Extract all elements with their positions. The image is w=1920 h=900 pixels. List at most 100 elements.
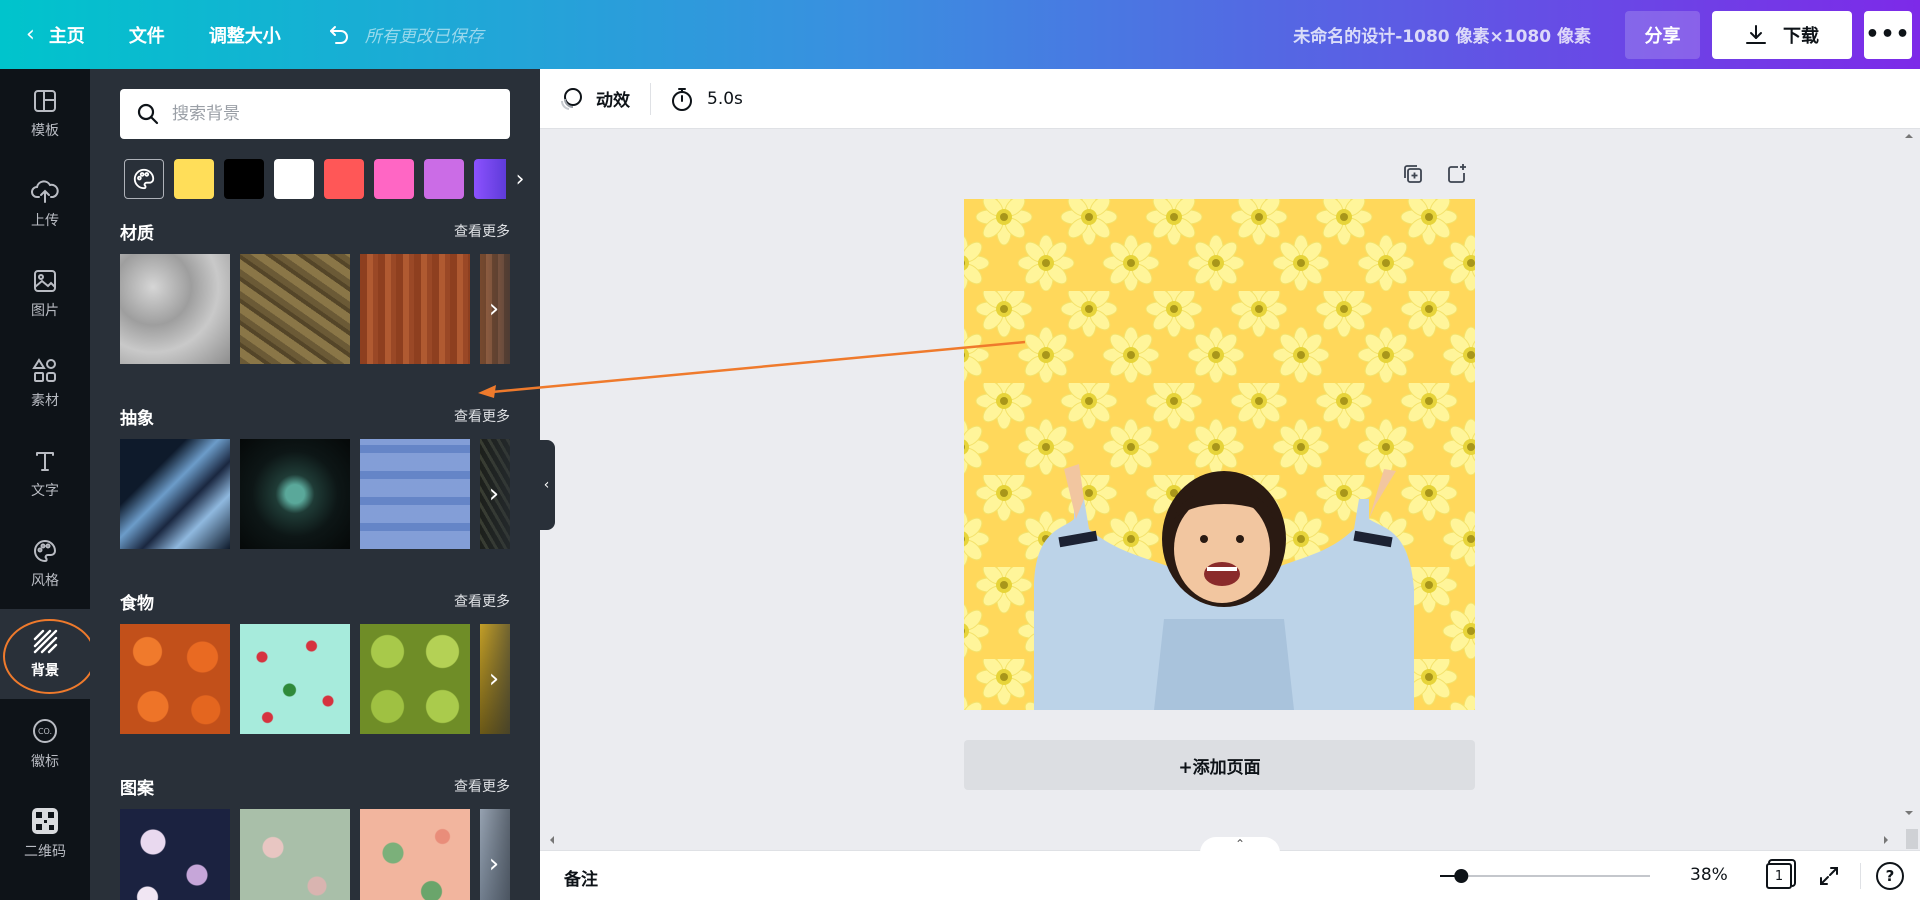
logo-icon: CO. <box>33 719 57 743</box>
background-thumbnail[interactable] <box>240 809 350 900</box>
background-thumbnail[interactable] <box>120 624 230 734</box>
flower-pattern-background <box>964 199 1475 710</box>
resize-label: 调整大小 <box>208 25 281 47</box>
animate-icon <box>560 87 582 110</box>
background-thumbnail[interactable] <box>240 254 350 364</box>
design-canvas[interactable] <box>964 199 1475 710</box>
rail-item-templates[interactable]: 模板 <box>0 69 90 159</box>
duplicate-page-button[interactable] <box>1402 163 1424 189</box>
more-dots-icon: ••• <box>1865 22 1911 47</box>
rail-item-background[interactable]: 背景 <box>0 609 90 699</box>
share-button[interactable]: 分享 <box>1625 10 1700 59</box>
duration-button[interactable]: 5.0s <box>651 79 763 119</box>
download-button[interactable]: 下载 <box>1712 10 1852 59</box>
section-title-texture: 材质 <box>120 224 154 244</box>
fullscreen-icon[interactable] <box>1817 864 1841 888</box>
background-thumbnail[interactable] <box>360 439 470 549</box>
duplicate-icon <box>1404 165 1422 183</box>
design-title[interactable]: 未命名的设计-1080 像素×1080 像素 <box>1293 22 1591 47</box>
add-page-button[interactable]: +添加页面 <box>964 740 1475 790</box>
next-arrow-button[interactable]: › <box>478 254 510 364</box>
text-icon <box>36 452 54 471</box>
rail-label: 风格 <box>31 573 59 589</box>
rail-label: 背景 <box>31 663 59 679</box>
see-more-link[interactable]: 查看更多 <box>454 406 510 426</box>
color-swatch[interactable] <box>324 159 364 199</box>
help-icon: ? <box>1885 867 1895 885</box>
page-grid-button[interactable]: 1 <box>1766 863 1792 889</box>
pattern-thumbnails <box>120 809 510 900</box>
color-swatch[interactable] <box>174 159 214 199</box>
search-input[interactable] <box>172 104 492 124</box>
rail-item-styles[interactable]: 风格 <box>0 519 90 609</box>
chevron-left-icon: ‹ <box>26 22 35 47</box>
zoom-slider[interactable] <box>1440 866 1650 886</box>
color-swatch[interactable] <box>424 159 464 199</box>
background-thumbnail[interactable] <box>240 624 350 734</box>
home-button[interactable]: ‹ 主页 <box>0 0 107 69</box>
rail-item-uploads[interactable]: 上传 <box>0 159 90 249</box>
help-button[interactable]: ? <box>1876 862 1904 890</box>
background-thumbnail[interactable] <box>360 254 470 364</box>
next-arrow-button[interactable]: › <box>478 624 510 734</box>
add-page-label: +添加页面 <box>1178 757 1261 778</box>
zoom-slider-thumb[interactable] <box>1454 869 1469 883</box>
background-thumbnail[interactable] <box>120 254 230 364</box>
animate-label: 动效 <box>596 91 630 111</box>
color-swatch[interactable] <box>474 159 506 199</box>
add-page-icon-button[interactable] <box>1446 163 1468 189</box>
stopwatch-icon <box>672 87 692 111</box>
file-menu-button[interactable]: 文件 <box>107 0 187 69</box>
rail-item-text[interactable]: 文字 <box>0 429 90 519</box>
add-page-icon <box>1448 164 1466 183</box>
download-icon <box>1746 24 1766 44</box>
file-label: 文件 <box>128 25 165 47</box>
next-arrow-button[interactable]: › <box>478 439 510 549</box>
section-title-abstract: 抽象 <box>120 409 154 429</box>
elements-icon <box>32 358 56 382</box>
next-arrow-button[interactable]: › <box>478 809 510 900</box>
notes-button[interactable]: 备注 <box>564 865 598 890</box>
side-nav-rail: 模板 上传 图片 素材 文字 风格 背景 CO. 徽标 二维码 <box>0 69 96 900</box>
chevron-up-icon[interactable]: ⌃ <box>1200 837 1280 853</box>
share-label: 分享 <box>1644 25 1681 47</box>
rail-item-elements[interactable]: 素材 <box>0 339 90 429</box>
background-thumbnail[interactable] <box>240 439 350 549</box>
collapse-panel-button[interactable]: ‹ <box>538 440 555 530</box>
color-swatch[interactable] <box>374 159 414 199</box>
color-picker-button[interactable] <box>124 159 164 199</box>
color-swatch[interactable] <box>224 159 264 199</box>
rail-item-photos[interactable]: 图片 <box>0 249 90 339</box>
background-thumbnail[interactable] <box>360 624 470 734</box>
rail-item-logos[interactable]: CO. 徽标 <box>0 699 90 789</box>
svg-text:CO.: CO. <box>38 727 52 736</box>
home-label: 主页 <box>48 25 85 47</box>
color-swatch[interactable] <box>274 159 314 199</box>
rail-label: 徽标 <box>31 754 59 770</box>
see-more-link[interactable]: 查看更多 <box>454 776 510 796</box>
see-more-link[interactable]: 查看更多 <box>454 591 510 611</box>
rail-label: 二维码 <box>24 844 66 860</box>
chevron-right-icon[interactable]: › <box>506 159 534 199</box>
rail-label: 上传 <box>31 213 59 229</box>
vertical-scrollbar[interactable] <box>1898 129 1920 852</box>
search-box[interactable] <box>120 89 510 139</box>
undo-button[interactable] <box>303 0 365 69</box>
animate-button[interactable]: 动效 <box>540 79 650 119</box>
background-thumbnail[interactable] <box>360 809 470 900</box>
background-stripes-icon <box>33 629 58 654</box>
see-more-link[interactable]: 查看更多 <box>454 221 510 241</box>
section-title-pattern: 图案 <box>120 779 154 799</box>
saved-status: 所有更改已保存 <box>364 27 484 47</box>
page-number: 1 <box>1774 868 1784 884</box>
rail-label: 模板 <box>31 123 59 139</box>
rail-item-qrcode[interactable]: 二维码 <box>0 789 90 879</box>
resize-button[interactable]: 调整大小 <box>187 0 303 69</box>
zoom-value[interactable]: 38% <box>1690 865 1728 885</box>
background-thumbnail[interactable] <box>120 439 230 549</box>
more-options-button[interactable]: ••• <box>1864 10 1912 59</box>
top-bar: ‹ 主页 文件 调整大小 所有更改已保存 未命名的设计-1080 像素×1080… <box>0 0 1920 69</box>
texture-thumbnails <box>120 254 510 364</box>
background-thumbnail[interactable] <box>120 809 230 900</box>
rail-label: 图片 <box>31 303 59 319</box>
